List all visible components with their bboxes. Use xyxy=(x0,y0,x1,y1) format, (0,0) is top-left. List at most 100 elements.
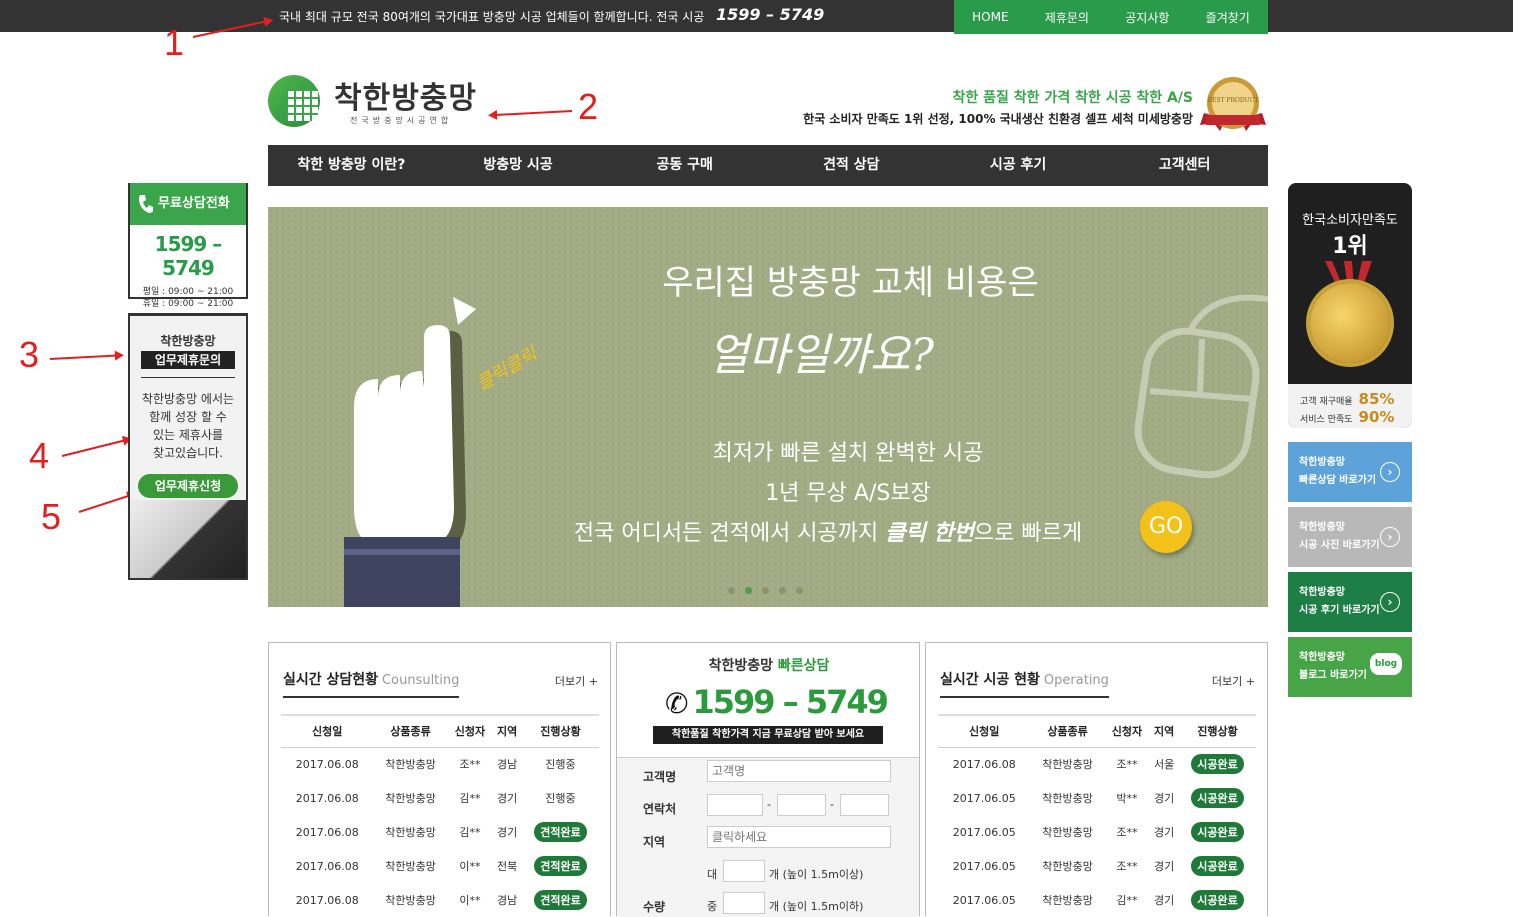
slide-dot-3[interactable] xyxy=(762,587,769,594)
top-bar: 국내 최대 규모 전국 80여개의 국가대표 방충망 시공 업체들이 함께합니다… xyxy=(0,0,1513,32)
laptop-typing-image xyxy=(130,500,246,578)
qty-large-note: 개 (높이 1.5m이상) xyxy=(769,868,864,881)
cell-region: 경남 xyxy=(496,894,518,907)
table-row[interactable]: 2017.06.08 착한방충망 이** 경남 견적완료 xyxy=(281,883,599,917)
name-input[interactable] xyxy=(707,760,891,782)
cell-region: 서울 xyxy=(1153,758,1175,772)
top-nav-bookmark[interactable]: 즐겨찾기 xyxy=(1206,9,1250,26)
qty-medium-input[interactable] xyxy=(723,892,765,914)
screen-grid-icon xyxy=(286,89,318,121)
slide-dot-1[interactable] xyxy=(728,587,735,594)
quick-form: 고객명 연락처 - - 지역 대 개 (높이 1.5m이상) 수량 중 개 (높… xyxy=(617,757,919,917)
cell-product: 착한방충망 xyxy=(1042,860,1093,873)
annotation-arrow-3 xyxy=(49,354,122,360)
nav-install[interactable]: 방충망 시공 xyxy=(435,145,602,186)
top-nav-partnership[interactable]: 제휴문의 xyxy=(1045,9,1089,26)
banner-line-3b: 클릭 한번 xyxy=(885,521,974,546)
col-date: 신청일 xyxy=(938,714,1031,748)
table-row[interactable]: 2017.06.05 착한방충망 조** 경기 시공완료 xyxy=(938,849,1256,883)
cell-product: 착한방충망 xyxy=(385,792,436,805)
pointing-hand-icon xyxy=(344,297,476,607)
cell-applicant: 김** xyxy=(459,826,481,839)
cell-status: 시공완료 xyxy=(1179,747,1256,781)
table-header-row: 신청일 상품종류 신청자 지역 진행상황 xyxy=(281,714,599,748)
cell-date: 2017.06.05 xyxy=(952,825,1016,839)
cell-status: 진행중 xyxy=(522,747,599,781)
phone-input-1[interactable] xyxy=(707,794,763,816)
nav-estimate[interactable]: 견적 상담 xyxy=(768,145,935,186)
status-badge: 시공완료 xyxy=(1191,890,1244,910)
hero-banner[interactable]: 클릭클릭 우리집 방충망 교체 비용은 얼마일까요? 최저가 빠른 설치 완벽한… xyxy=(268,207,1268,607)
partnership-subtitle: 업무제휴문의 xyxy=(141,351,235,369)
table-row[interactable]: 2017.06.08 착한방충망 이** 전북 견적완료 xyxy=(281,849,599,883)
go-button[interactable]: GO xyxy=(1140,501,1192,553)
arrow-right-icon: › xyxy=(1380,527,1400,547)
col-product: 상품종류 xyxy=(1030,714,1105,748)
qty-large-input[interactable] xyxy=(723,860,765,882)
annotation-1: 1 xyxy=(164,22,185,63)
stat-service-label: 서비스 만족도 xyxy=(1300,415,1353,425)
status-badge: 시공완료 xyxy=(1191,754,1244,775)
nav-group-buy[interactable]: 공동 구매 xyxy=(601,145,768,186)
slide-dot-5[interactable] xyxy=(796,587,803,594)
phone-input-2[interactable] xyxy=(777,794,826,816)
install-review-link[interactable]: 착한방충망 시공 후기 바로가기 › xyxy=(1288,572,1412,632)
free-call-box[interactable]: 무료상담전화 1599 – 5749 평일 : 09:00 ~ 21:00 휴일… xyxy=(128,183,248,309)
table-row[interactable]: 2017.06.05 착한방충망 박** 경기 시공완료 xyxy=(938,781,1256,815)
cell-status: 진행중 xyxy=(522,781,599,815)
badge-text: BEST PRODUCT xyxy=(1208,97,1259,104)
table-row[interactable]: 2017.06.08 착한방충망 김** 경기 진행중 xyxy=(281,781,599,815)
operating-table: 신청일 상품종류 신청자 지역 진행상황 2017.06.08 착한방충망 조** 서… xyxy=(938,714,1256,917)
cell-region: 경기 xyxy=(496,826,518,839)
region-input[interactable] xyxy=(707,826,891,848)
cell-region: 경남 xyxy=(496,758,518,772)
annotation-2: 2 xyxy=(578,86,599,127)
blog-link[interactable]: 착한방충망 블로그 바로가기 blog xyxy=(1288,637,1412,697)
partnership-apply-button[interactable]: 업무제휴신청 xyxy=(138,474,238,498)
slide-dot-4[interactable] xyxy=(779,587,786,594)
consult-status-panel: 실시간 상담현황 Counsulting 더보기 + 신청일 상품종류 신청자 지… xyxy=(268,642,611,916)
operating-status-panel: 실시간 시공 현황 Operating 더보기 + 신청일 상품종류 신청자 지역… xyxy=(925,642,1268,916)
nav-customer-center[interactable]: 고객센터 xyxy=(1101,145,1268,186)
consult-more-link[interactable]: 더보기 + xyxy=(555,673,598,689)
partnership-desc-4: 찾고있습니다. xyxy=(152,446,224,460)
quick-title-b: 빠른상담 xyxy=(777,658,830,674)
partnership-title: 착한방충망 xyxy=(160,334,216,348)
free-call-header: 무료상담전화 xyxy=(130,183,246,225)
top-nav-home[interactable]: HOME xyxy=(972,10,1008,24)
col-applicant: 신청자 xyxy=(447,714,493,748)
cell-region: 전북 xyxy=(496,860,518,873)
logo-subtitle: 전국방충망시공연합 xyxy=(350,116,453,125)
annotation-5: 5 xyxy=(41,496,62,537)
table-row[interactable]: 2017.06.05 착한방충망 조** 경기 시공완료 xyxy=(938,815,1256,849)
phone-input-3[interactable] xyxy=(840,794,889,816)
table-row[interactable]: 2017.06.05 착한방충망 김** 경기 시공완료 xyxy=(938,883,1256,917)
table-row[interactable]: 2017.06.08 착한방충망 김** 경기 견적완료 xyxy=(281,815,599,849)
slide-dot-2[interactable] xyxy=(745,587,752,594)
top-nav-notice[interactable]: 공지사항 xyxy=(1125,9,1169,26)
install-photo-link[interactable]: 착한방충망 시공 사진 바로가기 › xyxy=(1288,507,1412,567)
cell-applicant: 이** xyxy=(459,860,481,873)
cell-date: 2017.06.08 xyxy=(952,757,1016,771)
quick-phone-number: 1599 – 5749 xyxy=(692,683,888,721)
cell-applicant: 조** xyxy=(1116,860,1138,873)
cell-date: 2017.06.08 xyxy=(295,859,359,873)
cell-product: 착한방충망 xyxy=(1042,792,1093,805)
status-badge: 시공완료 xyxy=(1191,822,1244,842)
col-applicant: 신청자 xyxy=(1104,714,1150,748)
cell-date: 2017.06.05 xyxy=(952,893,1016,907)
nav-about[interactable]: 착한 방충망 이란? xyxy=(268,145,435,186)
annotation-arrow-2 xyxy=(490,110,573,117)
label-region: 지역 xyxy=(643,835,666,849)
top-phone: 1599 – 5749 xyxy=(716,5,825,24)
nav-reviews[interactable]: 시공 후기 xyxy=(935,145,1102,186)
table-row[interactable]: 2017.06.08 착한방충망 조** 서울 시공완료 xyxy=(938,747,1256,781)
operating-more-link[interactable]: 더보기 + xyxy=(1212,673,1255,689)
mouse-outline-icon xyxy=(1134,294,1268,479)
quick-consult-link[interactable]: 착한방충망 빠른상담 바로가기 › xyxy=(1288,442,1412,502)
phone-icon xyxy=(139,195,153,213)
free-call-title: 무료상담전화 xyxy=(158,196,230,211)
quick-title-a: 착한방충망 xyxy=(708,658,778,674)
table-row[interactable]: 2017.06.08 착한방충망 조** 경남 진행중 xyxy=(281,747,599,781)
partnership-description: 착한방충망 에서는 함께 성장 할 수 있는 제휴사를 찾고있습니다. xyxy=(130,390,246,462)
